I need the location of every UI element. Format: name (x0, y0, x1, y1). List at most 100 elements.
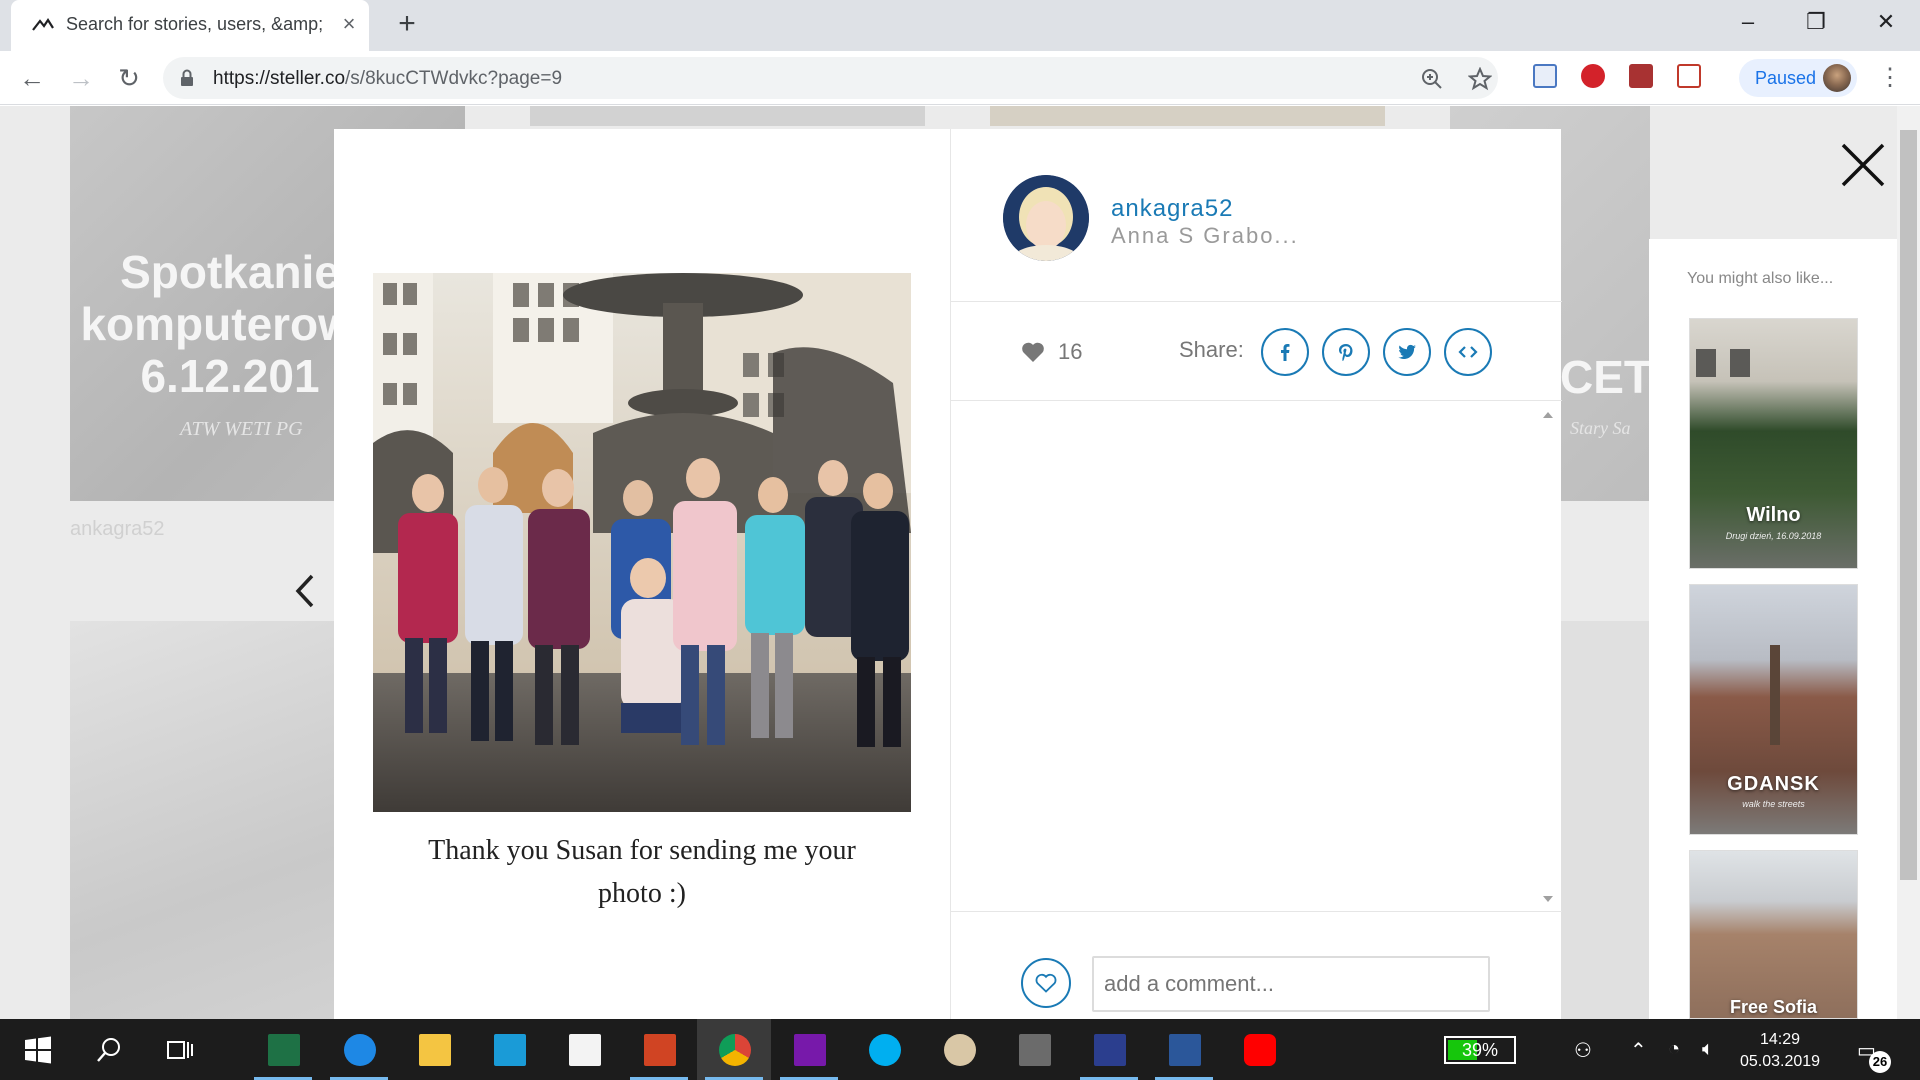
taskbar-file-explorer[interactable] (397, 1019, 471, 1080)
recommendation-card[interactable]: GDANSK walk the streets (1689, 584, 1858, 835)
close-modal-icon[interactable] (1840, 142, 1886, 188)
heart-outline-icon (1035, 973, 1057, 993)
notification-count: 26 (1869, 1051, 1891, 1073)
edge-icon (344, 1034, 376, 1066)
recommendation-card[interactable]: Wilno Drugi dzień, 16.09.2018 (1689, 318, 1858, 569)
extension-lastpass-icon[interactable] (1581, 64, 1605, 88)
comments-scrollbar[interactable] (1536, 402, 1560, 912)
previous-page-icon[interactable] (290, 566, 320, 616)
author-header: ankagra52 Anna S Grabo... (951, 129, 1562, 302)
new-tab-button[interactable]: + (392, 9, 422, 40)
comment-like-button[interactable] (1021, 958, 1071, 1008)
share-facebook-button[interactable] (1261, 328, 1309, 376)
background-story-card (530, 106, 925, 126)
taskbar-app-l[interactable] (472, 1019, 546, 1080)
excel-icon (268, 1034, 300, 1066)
forward-icon[interactable]: → (67, 64, 95, 92)
taskbar-skype[interactable] (847, 1019, 921, 1080)
embed-code-icon (1458, 346, 1478, 358)
share-twitter-button[interactable] (1383, 328, 1431, 376)
profile-button[interactable]: Paused (1739, 59, 1857, 97)
photo-caption: Thank you Susan for sending me your phot… (428, 835, 856, 909)
taskbar-paint[interactable] (922, 1019, 996, 1080)
minimize-button[interactable]: – (1728, 8, 1768, 36)
story-details-panel: ankagra52 Anna S Grabo... 16 Share: (950, 129, 1562, 1019)
share-pinterest-button[interactable] (1322, 328, 1370, 376)
chrome-menu-icon[interactable]: ⋮ (1878, 63, 1902, 93)
taskbar-powerpoint[interactable] (622, 1019, 696, 1080)
share-embed-button[interactable] (1444, 328, 1492, 376)
recommendation-card[interactable]: Free Sofia (1689, 850, 1858, 1019)
extension-pdf-icon[interactable] (1629, 64, 1653, 88)
author-avatar[interactable] (1003, 175, 1089, 261)
search-icon (97, 1038, 120, 1062)
recommendation-subtitle: Drugi dzień, 16.09.2018 (1725, 531, 1822, 541)
recommendation-title: GDANSK (1727, 773, 1820, 795)
steller-logo-icon (32, 17, 54, 31)
recommendations-title: You might also like... (1687, 270, 1834, 287)
clock-date: 05.03.2019 (1739, 1053, 1821, 1070)
powerpoint-icon (644, 1034, 676, 1066)
reload-icon[interactable]: ↻ (115, 64, 143, 92)
battery-indicator[interactable]: 39% (1444, 1036, 1516, 1064)
url-host: https://steller.co (213, 68, 346, 89)
extension-pocket-icon[interactable] (1677, 64, 1701, 88)
page-scrollbar[interactable] (1897, 106, 1920, 1019)
search-button[interactable] (72, 1019, 146, 1080)
skype-icon (869, 1034, 901, 1066)
extension-icon-1[interactable] (1533, 64, 1557, 88)
tab-close-icon[interactable]: × (339, 13, 359, 35)
like-count: 16 (1058, 339, 1083, 364)
facebook-icon (1281, 344, 1290, 361)
recommendation-title: Free Sofia (1729, 997, 1818, 1017)
background-right-subtitle: Stary Sa (1570, 418, 1631, 438)
taskbar-youtube[interactable] (1222, 1019, 1296, 1080)
show-hidden-icons-icon[interactable]: ⌃ (1630, 1038, 1647, 1063)
people-icon[interactable]: ⚇ (1574, 1038, 1592, 1063)
taskbar-edge[interactable] (322, 1019, 396, 1080)
url-text: https://steller.co/s/8kucCTWdvkc?page=9 (213, 68, 562, 90)
page-viewport: Spotkanie komputerowe 6.12.201 ATW WETI … (0, 106, 1920, 1019)
recommendation-subtitle: walk the streets (1742, 799, 1805, 809)
folder-icon (419, 1034, 451, 1066)
recommendations-sidebar: You might also like... Wilno Drugi dzień… (1649, 239, 1899, 1019)
background-story-subtitle: ATW WETI PG (180, 418, 303, 440)
zoom-icon[interactable] (1420, 67, 1444, 91)
task-view-button[interactable] (142, 1019, 216, 1080)
system-clock[interactable]: 14:29 05.03.2019 (1736, 1029, 1824, 1073)
close-window-button[interactable]: ✕ (1866, 8, 1906, 36)
group-photo-image (373, 273, 911, 812)
taskbar-snipping-tool[interactable] (997, 1019, 1071, 1080)
taskbar-excel[interactable] (246, 1019, 320, 1080)
word-icon (1169, 1034, 1201, 1066)
pinterest-icon (1339, 344, 1353, 361)
taskbar-chrome[interactable] (697, 1019, 771, 1080)
share-label: Share: (1179, 337, 1244, 362)
page-scrollbar-thumb[interactable] (1900, 130, 1917, 880)
comment-input[interactable] (1092, 956, 1490, 1012)
comment-composer (951, 913, 1562, 1019)
story-page: Thank you Susan for sending me your phot… (334, 129, 950, 1019)
back-icon[interactable]: ← (18, 64, 46, 92)
profile-avatar (1823, 64, 1851, 92)
address-bar[interactable]: https://steller.co/s/8kucCTWdvkc?page=9 (163, 57, 1498, 99)
wifi-icon[interactable]: ◔ (1668, 1038, 1680, 1061)
group-photo[interactable] (373, 273, 911, 812)
youtube-icon (1244, 1034, 1276, 1066)
author-username-link[interactable]: ankagra52 (1111, 195, 1233, 223)
onenote-icon (794, 1034, 826, 1066)
like-heart-icon[interactable] (1021, 341, 1045, 363)
taskbar-store[interactable] (547, 1019, 621, 1080)
clock-time: 14:29 (1759, 1031, 1801, 1048)
volume-icon[interactable]: 🔈︎ (1702, 1038, 1714, 1061)
taskbar-word[interactable] (1147, 1019, 1221, 1080)
comments-list[interactable] (951, 402, 1562, 912)
browser-tab[interactable]: Search for stories, users, &amp; h × (11, 0, 369, 51)
taskbar-save-app[interactable] (1072, 1019, 1146, 1080)
start-button[interactable] (0, 1019, 74, 1080)
taskbar-onenote[interactable] (772, 1019, 846, 1080)
tab-title: Search for stories, users, &amp; h (66, 14, 326, 34)
bookmark-star-icon[interactable] (1468, 67, 1492, 91)
floppy-disk-icon (1094, 1034, 1126, 1066)
restore-button[interactable]: ❐ (1796, 8, 1836, 36)
